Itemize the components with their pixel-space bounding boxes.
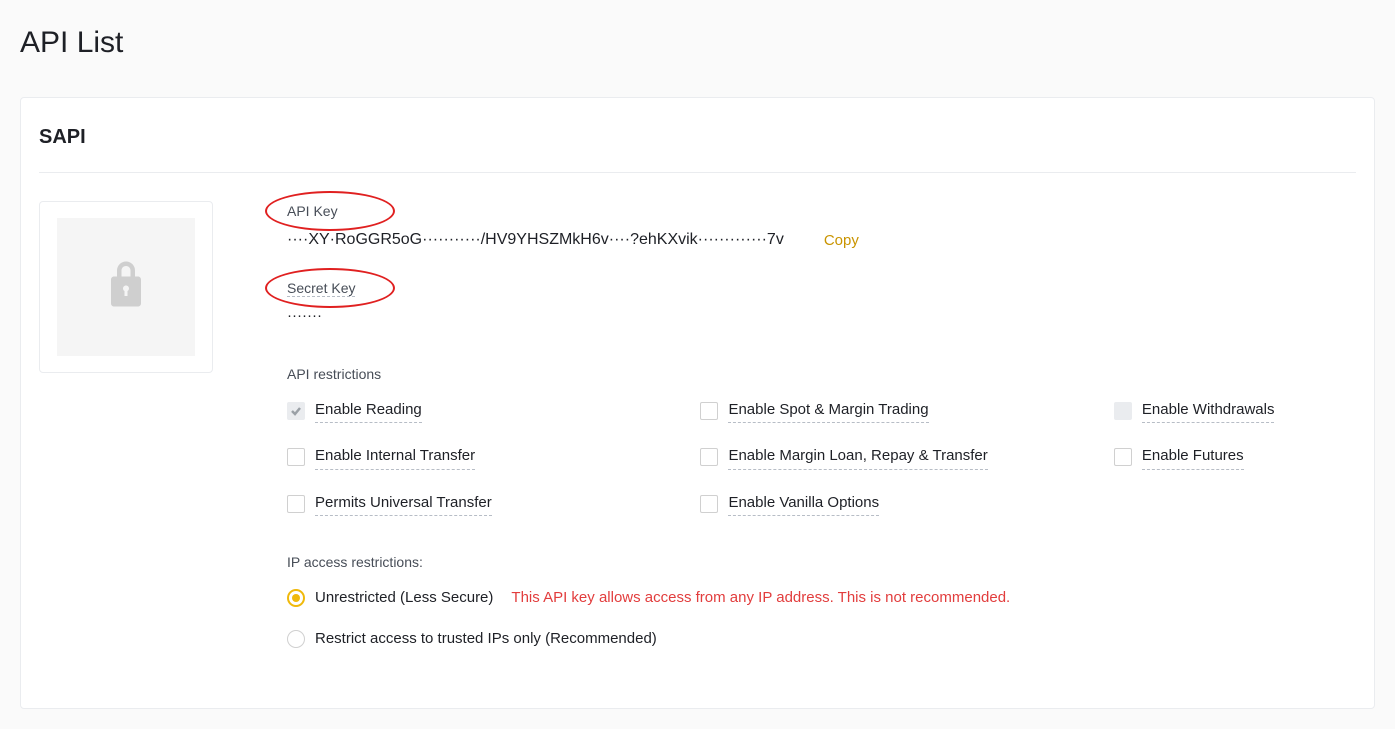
restriction-checkbox[interactable]: Enable Withdrawals bbox=[1114, 399, 1356, 424]
api-name: SAPI bbox=[39, 122, 1356, 173]
checkbox-icon bbox=[287, 495, 305, 513]
restriction-label: Permits Universal Transfer bbox=[315, 492, 492, 517]
restriction-label: Enable Withdrawals bbox=[1142, 399, 1275, 424]
api-card: SAPI API Key ····XY·RoGGR5oG···········/… bbox=[20, 97, 1375, 709]
restrictions-label: API restrictions bbox=[287, 364, 1356, 385]
api-key-label: API Key bbox=[287, 201, 338, 222]
checkbox-icon bbox=[287, 448, 305, 466]
restriction-label: Enable Internal Transfer bbox=[315, 445, 475, 470]
checkbox-icon bbox=[700, 402, 718, 420]
ip-restrictions-label: IP access restrictions: bbox=[287, 552, 1356, 573]
radio-icon bbox=[287, 630, 305, 648]
checkbox-icon bbox=[700, 448, 718, 466]
restriction-label: Enable Spot & Margin Trading bbox=[728, 399, 928, 424]
page-title: API List bbox=[20, 20, 1375, 65]
ip-option-label: Unrestricted (Less Secure) bbox=[315, 587, 493, 610]
radio-selected-icon bbox=[287, 589, 305, 607]
secret-key-value: ······· bbox=[287, 305, 1356, 328]
ip-option[interactable]: Unrestricted (Less Secure) This API key a… bbox=[287, 587, 1356, 610]
checkbox-icon bbox=[1114, 448, 1132, 466]
restrictions-grid: Enable Reading Enable Spot & Margin Tradi… bbox=[287, 399, 1356, 517]
checkbox-checked-icon bbox=[287, 402, 305, 420]
restriction-label: Enable Futures bbox=[1142, 445, 1244, 470]
restriction-checkbox[interactable]: Enable Futures bbox=[1114, 445, 1356, 470]
restriction-label: Enable Reading bbox=[315, 399, 422, 424]
ip-warning-text: This API key allows access from any IP a… bbox=[511, 587, 1010, 610]
secret-key-label: Secret Key bbox=[287, 278, 355, 299]
restriction-label: Enable Vanilla Options bbox=[728, 492, 879, 517]
api-key-value: ····XY·RoGGR5oG···········/HV9YHSZMkH6v·… bbox=[287, 228, 784, 252]
qr-placeholder bbox=[39, 201, 213, 373]
restriction-checkbox[interactable]: Enable Reading bbox=[287, 399, 690, 424]
ip-option[interactable]: Restrict access to trusted IPs only (Rec… bbox=[287, 628, 1356, 651]
restriction-checkbox[interactable]: Enable Internal Transfer bbox=[287, 445, 690, 470]
ip-option-label: Restrict access to trusted IPs only (Rec… bbox=[315, 628, 657, 651]
lock-icon bbox=[108, 261, 144, 313]
checkbox-icon bbox=[700, 495, 718, 513]
restriction-label: Enable Margin Loan, Repay & Transfer bbox=[728, 445, 987, 470]
restriction-checkbox[interactable]: Enable Vanilla Options bbox=[700, 492, 1103, 517]
restriction-checkbox[interactable]: Enable Spot & Margin Trading bbox=[700, 399, 1103, 424]
restriction-checkbox[interactable]: Enable Margin Loan, Repay & Transfer bbox=[700, 445, 1103, 470]
copy-button[interactable]: Copy bbox=[824, 232, 859, 249]
checkbox-icon bbox=[1114, 402, 1132, 420]
ip-options: Unrestricted (Less Secure) This API key a… bbox=[287, 587, 1356, 650]
restriction-checkbox[interactable]: Permits Universal Transfer bbox=[287, 492, 690, 517]
